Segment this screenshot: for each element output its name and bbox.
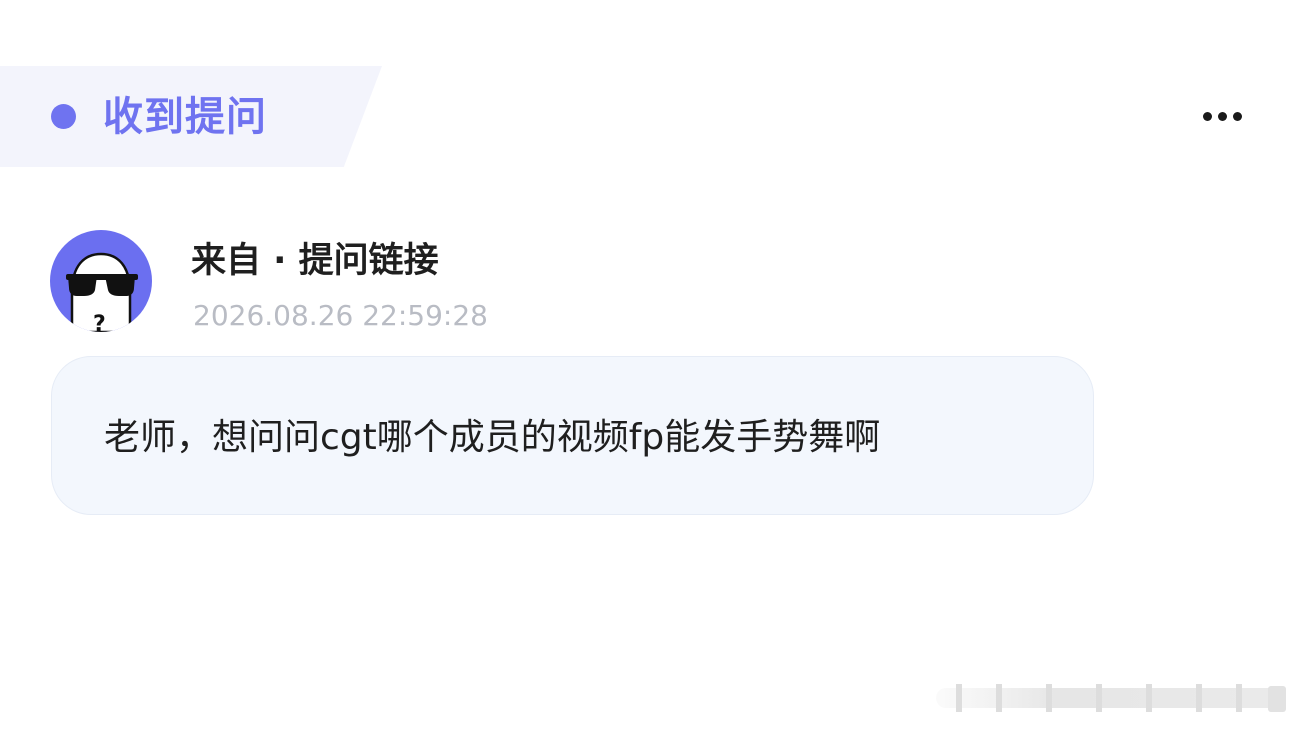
more-options-button[interactable] [1192,100,1252,132]
page-title: 收到提问 [103,94,267,140]
more-dot-icon [1202,111,1212,121]
svg-text:?: ? [93,312,106,332]
more-dot-icon [1232,111,1242,121]
sender-label: 来自 · 提问链接 [191,241,439,281]
more-dot-icon [1217,111,1227,121]
watermark-logo-icon [936,680,1291,718]
anonymous-avatar-icon: ? [66,252,138,332]
question-timestamp: 2026.08.26 22:59:28 [193,299,488,332]
avatar[interactable]: ? [50,230,152,332]
question-screen: 收到提问 ? 来自 · 提问链接 2026.08.26 22:59:28 老师，… [0,0,1300,731]
question-card[interactable]: 老师，想问问cgt哪个成员的视频fp能发手势舞啊 [51,356,1094,515]
question-text: 老师，想问问cgt哪个成员的视频fp能发手势舞啊 [104,417,881,458]
header-dot-icon [51,104,76,129]
